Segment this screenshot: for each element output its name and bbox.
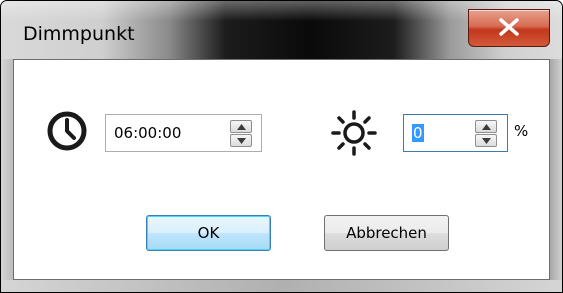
time-spinner[interactable] (230, 120, 252, 147)
brightness-spin-up-button[interactable] (475, 120, 497, 133)
ok-button[interactable]: OK (146, 215, 271, 251)
window-frame-right (550, 59, 562, 280)
window-frame-left (1, 59, 13, 280)
brightness-input[interactable]: 0 (403, 114, 508, 152)
time-input[interactable]: 06:00:00 (105, 114, 262, 152)
close-x-icon (499, 18, 519, 36)
spin-down-arrow-icon (237, 138, 246, 144)
dialog-content: 06:00:00 0 % OK Abbrechen (13, 59, 550, 280)
window-frame-bottom (1, 280, 562, 292)
sun-icon (331, 110, 377, 156)
spin-up-arrow-icon (237, 124, 246, 130)
spin-down-arrow-icon (482, 138, 491, 144)
cancel-button[interactable]: Abbrechen (324, 215, 449, 251)
spin-up-arrow-icon (482, 124, 491, 130)
percent-unit-label: % (514, 122, 529, 140)
clock-icon (47, 111, 87, 151)
dialog-window: Dimmpunkt 06:00:00 0 % OK Abbrechen (0, 0, 563, 293)
time-spin-up-button[interactable] (230, 120, 252, 133)
time-value[interactable]: 06:00:00 (114, 124, 181, 142)
title-bar[interactable]: Dimmpunkt (1, 1, 562, 59)
time-spin-down-button[interactable] (230, 134, 252, 147)
window-title: Dimmpunkt (23, 23, 135, 45)
brightness-value[interactable]: 0 (412, 124, 424, 142)
brightness-spin-down-button[interactable] (475, 134, 497, 147)
close-button[interactable] (468, 9, 550, 47)
brightness-spinner[interactable] (475, 120, 497, 147)
